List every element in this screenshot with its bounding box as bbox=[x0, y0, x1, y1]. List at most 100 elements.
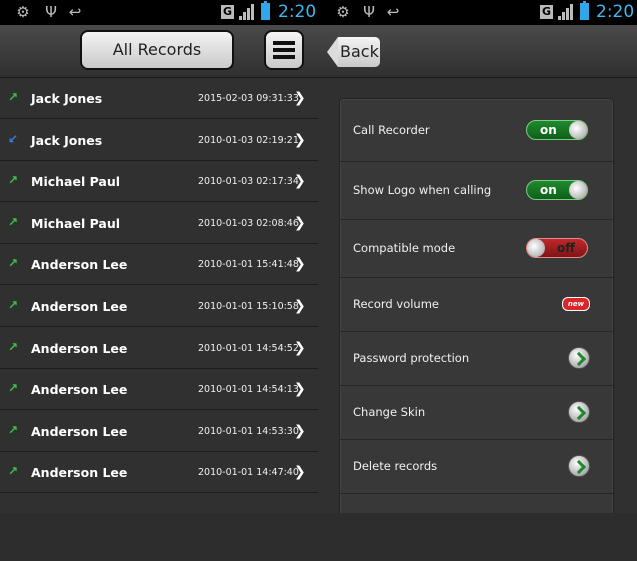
bottom-area bbox=[318, 513, 637, 561]
contact-name: Anderson Lee bbox=[31, 257, 128, 273]
outgoing-call-icon: ↗ bbox=[8, 214, 19, 229]
setting-row[interactable]: Show Logo when calling on bbox=[340, 161, 613, 220]
records-screen: ⚙ Ψ ↩ G 2:20 All Records ↗ Jack Jones 2015… bbox=[0, 0, 318, 561]
outgoing-call-icon: ↗ bbox=[8, 381, 19, 396]
setting-label: Show Logo when calling bbox=[353, 183, 492, 197]
network-type-badge: G bbox=[221, 5, 234, 19]
record-datetime: 2010-01-03 02:08:46 bbox=[198, 217, 299, 229]
setting-label: Change Skin bbox=[353, 405, 426, 419]
record-row[interactable]: ↗ Michael Paul 2010-01-03 02:08:46 ❯ bbox=[0, 203, 318, 244]
arrow-right-icon[interactable] bbox=[568, 401, 590, 423]
record-datetime: 2010-01-03 02:17:34 bbox=[198, 176, 299, 188]
record-row[interactable]: ↗ Michael Paul 2010-01-03 02:17:34 ❯ bbox=[0, 161, 318, 203]
toggle-knob[interactable] bbox=[569, 121, 587, 139]
record-row[interactable]: ↗ Anderson Lee 2010-01-01 15:41:48 ❯ bbox=[0, 244, 318, 286]
outgoing-call-icon: ↗ bbox=[8, 173, 19, 188]
outgoing-call-icon: ↗ bbox=[8, 90, 19, 104]
chevron-right-icon: ❯ bbox=[294, 464, 306, 481]
toggle-knob[interactable] bbox=[569, 181, 587, 199]
missed-call-icon: ↩ bbox=[386, 3, 400, 21]
clock: 2:20 bbox=[596, 2, 635, 22]
chevron-right-icon: ❯ bbox=[294, 173, 306, 190]
toggle-state-label: on bbox=[540, 123, 557, 137]
chevron-right-icon: ❯ bbox=[294, 256, 306, 273]
contact-name: Anderson Lee bbox=[31, 299, 128, 314]
record-datetime: 2010-01-01 15:41:48 bbox=[198, 259, 299, 271]
record-row[interactable]: ↗ Anderson Lee 2010-01-01 14:54:52 ❯ bbox=[0, 328, 318, 369]
outgoing-call-icon: ↗ bbox=[8, 339, 19, 354]
arrow-right-icon[interactable] bbox=[568, 347, 590, 369]
setting-row[interactable]: Call Recorder on bbox=[340, 99, 613, 162]
settings-screen: ⚙ Ψ ↩ G 2:20 Back Call Recorder on Show Lo… bbox=[318, 0, 637, 561]
chevron-right-icon: ❯ bbox=[294, 381, 306, 398]
settings-toolbar: Back bbox=[318, 25, 637, 78]
record-datetime: 2015-02-03 09:31:33 bbox=[198, 93, 299, 104]
status-bar: ⚙ Ψ ↩ G 2:20 bbox=[318, 0, 637, 25]
record-datetime: 2010-01-01 14:54:13 bbox=[198, 384, 299, 396]
record-datetime: 2010-01-01 15:10:58 bbox=[198, 301, 299, 312]
record-row[interactable]: ↗ Anderson Lee 2010-01-01 15:10:58 ❯ bbox=[0, 286, 318, 327]
record-row[interactable]: ↗ Anderson Lee 2010-01-01 14:47:40 ❯ bbox=[0, 452, 318, 494]
chevron-right-icon: ❯ bbox=[294, 214, 306, 231]
settings-panel: Call Recorder on Show Logo when calling on C… bbox=[339, 98, 614, 561]
toggle-switch[interactable]: on bbox=[526, 180, 588, 200]
record-row[interactable]: ↗ Anderson Lee 2010-01-01 14:54:13 ❯ bbox=[0, 369, 318, 411]
toggle-state-label: off bbox=[557, 241, 575, 255]
arrow-right-icon[interactable] bbox=[568, 455, 590, 477]
record-row[interactable]: ↗ Anderson Lee 2010-01-01 14:53:30 ❯ bbox=[0, 411, 318, 452]
new-badge: new bbox=[562, 297, 590, 311]
android-icon: ⚙ bbox=[336, 3, 350, 21]
battery-icon bbox=[261, 1, 270, 20]
signal-icon bbox=[558, 4, 574, 20]
outgoing-call-icon: ↗ bbox=[8, 464, 19, 479]
setting-row[interactable]: Delete records bbox=[340, 439, 613, 494]
toggle-knob[interactable] bbox=[527, 239, 545, 257]
record-datetime: 2010-01-01 14:47:40 bbox=[198, 467, 299, 479]
battery-icon bbox=[580, 1, 589, 20]
chevron-right-icon: ❯ bbox=[294, 298, 306, 314]
toggle-switch[interactable]: off bbox=[526, 238, 588, 258]
signal-icon bbox=[239, 4, 255, 20]
setting-label: Delete records bbox=[353, 459, 438, 473]
contact-name: Anderson Lee bbox=[31, 423, 128, 439]
outgoing-call-icon: ↗ bbox=[8, 422, 19, 437]
toggle-state-label: on bbox=[540, 183, 557, 197]
list-menu-button[interactable] bbox=[264, 30, 304, 70]
clock: 2:20 bbox=[278, 2, 317, 22]
record-row[interactable]: ↙ Jack Jones 2010-01-03 02:19:21 ❯ bbox=[0, 120, 318, 161]
chevron-right-icon: ❯ bbox=[294, 131, 306, 148]
setting-label: Compatible mode bbox=[353, 241, 456, 255]
usb-icon: Ψ bbox=[45, 3, 57, 21]
record-datetime: 2010-01-01 14:54:52 bbox=[198, 342, 299, 354]
contact-name: Jack Jones bbox=[31, 132, 103, 148]
contact-name: Jack Jones bbox=[31, 91, 103, 106]
record-datetime: 2010-01-03 02:19:21 bbox=[198, 134, 299, 146]
back-button[interactable]: Back bbox=[327, 37, 380, 67]
chevron-right-icon: ❯ bbox=[294, 422, 306, 439]
setting-label: Call Recorder bbox=[353, 123, 430, 137]
outgoing-call-icon: ↗ bbox=[8, 298, 19, 312]
contact-name: Anderson Lee bbox=[31, 465, 128, 481]
setting-row[interactable]: Compatible mode off bbox=[340, 219, 613, 278]
setting-label: Password protection bbox=[353, 351, 470, 365]
chevron-right-icon: ❯ bbox=[294, 339, 306, 356]
usb-icon: Ψ bbox=[363, 3, 375, 21]
setting-label: Record volume bbox=[353, 297, 439, 311]
toggle-switch[interactable]: on bbox=[526, 120, 588, 140]
setting-row[interactable]: Password protection bbox=[340, 331, 613, 386]
record-row[interactable]: ↗ Jack Jones 2015-02-03 09:31:33 ❯ bbox=[0, 78, 318, 119]
bottom-area bbox=[0, 513, 318, 561]
setting-row[interactable]: Change Skin bbox=[340, 385, 613, 440]
missed-call-icon: ↩ bbox=[68, 3, 82, 21]
android-icon: ⚙ bbox=[16, 3, 30, 21]
all-records-button[interactable]: All Records bbox=[80, 30, 234, 70]
record-datetime: 2010-01-01 14:53:30 bbox=[198, 425, 299, 437]
contact-name: Anderson Lee bbox=[31, 382, 128, 398]
incoming-call-icon: ↙ bbox=[8, 131, 19, 146]
setting-row[interactable]: Record volume new bbox=[340, 277, 613, 332]
outgoing-call-icon: ↗ bbox=[8, 256, 19, 271]
contact-name: Anderson Lee bbox=[31, 340, 128, 356]
records-toolbar: All Records bbox=[0, 25, 318, 78]
status-bar: ⚙ Ψ ↩ G 2:20 bbox=[0, 0, 318, 25]
network-type-badge: G bbox=[540, 5, 553, 19]
